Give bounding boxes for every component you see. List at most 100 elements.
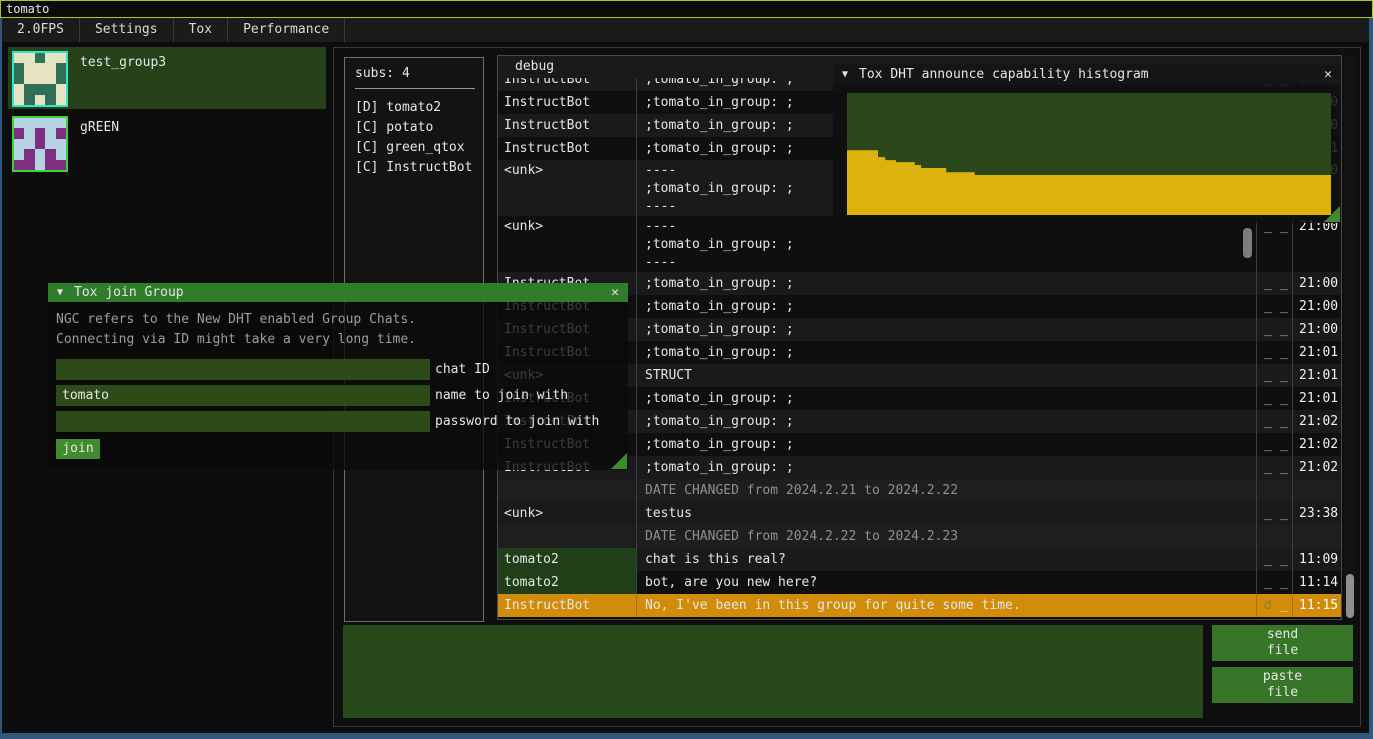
message-row[interactable]: tomato2chat is this real?__11:09 <box>498 548 1341 571</box>
message-row[interactable]: <unk>testus__23:38 <box>498 502 1341 525</box>
group-avatar-icon <box>12 116 68 172</box>
window-border-left <box>0 18 2 733</box>
paste-file-button[interactable]: paste file <box>1212 667 1353 703</box>
message-text: bot, are you new here? <box>637 571 1256 594</box>
field-label: chat ID <box>430 362 490 377</box>
message-text: testus <box>637 502 1256 525</box>
chat-tab-label: debug <box>515 59 554 74</box>
join-info-line2: Connecting via ID might take a very long… <box>56 330 628 350</box>
message-row[interactable]: DATE CHANGED from 2024.2.21 to 2024.2.22 <box>498 479 1341 502</box>
message-timestamp <box>1292 479 1341 502</box>
message-status-flags: __ <box>1256 216 1292 272</box>
message-timestamp: 11:14 <box>1292 571 1341 594</box>
join-window-title: Tox join Group <box>74 285 600 300</box>
message-timestamp: 11:09 <box>1292 548 1341 571</box>
status-flag-icon: _ <box>1264 502 1272 525</box>
message-status-flags: __ <box>1256 433 1292 456</box>
subs-count: subs: 4 <box>355 66 483 81</box>
message-status-flags: __ <box>1256 456 1292 479</box>
chat-id-input[interactable] <box>56 359 430 380</box>
message-text: chat is this real? <box>637 548 1256 571</box>
window-titlebar[interactable]: tomato <box>0 0 1373 18</box>
chat-scrollbar-track[interactable] <box>1344 56 1356 617</box>
status-flag-icon: _ <box>1264 364 1272 387</box>
status-flag-icon: _ <box>1280 410 1288 433</box>
field-label: password to join with <box>430 414 599 429</box>
menu-item-2-0fps[interactable]: 2.0FPS <box>2 18 80 42</box>
status-flag-icon: _ <box>1264 571 1272 594</box>
resize-grip-icon[interactable] <box>1324 206 1340 222</box>
message-row[interactable]: tomato2bot, are you new here?__11:14 <box>498 571 1341 594</box>
message-timestamp: 21:02 <box>1292 456 1341 479</box>
join-button-label: join <box>62 441 93 456</box>
message-status-flags: __ <box>1256 272 1292 295</box>
status-flag-icon: _ <box>1280 318 1288 341</box>
status-flag-icon: _ <box>1280 387 1288 410</box>
message-status-flags: __ <box>1256 502 1292 525</box>
send-file-button[interactable]: send file <box>1212 625 1353 661</box>
status-flag-icon: _ <box>1264 272 1272 295</box>
message-status-flags: __ <box>1256 387 1292 410</box>
message-row[interactable]: DATE CHANGED from 2024.2.22 to 2024.2.23 <box>498 525 1341 548</box>
message-text: ;tomato_in_group: ; <box>637 387 1256 410</box>
message-timestamp: 21:02 <box>1292 433 1341 456</box>
message-sender: InstructBot <box>498 114 637 137</box>
message-sender: <unk> <box>498 160 637 216</box>
chat-scrollbar-thumb[interactable] <box>1346 574 1354 618</box>
message-sender: InstructBot <box>498 594 637 617</box>
message-list-scrollbar-thumb[interactable] <box>1243 228 1252 258</box>
collapse-triangle-icon[interactable]: ▼ <box>57 287 63 298</box>
message-status-flags: __ <box>1256 571 1292 594</box>
message-sender: tomato2 <box>498 548 637 571</box>
close-icon[interactable]: ✕ <box>1324 67 1332 82</box>
status-flag-icon: _ <box>1264 218 1272 272</box>
member-item[interactable]: [C] green_qtox <box>355 138 483 158</box>
join-button[interactable]: join <box>56 439 100 459</box>
status-flag-icon: _ <box>1264 433 1272 456</box>
member-item[interactable]: [C] potato <box>355 118 483 138</box>
password-to-join-with-input[interactable] <box>56 411 430 432</box>
member-item[interactable]: [D] tomato2 <box>355 98 483 118</box>
status-flag-icon: _ <box>1264 410 1272 433</box>
message-status-flags: __ <box>1256 548 1292 571</box>
group-item-test-group3[interactable]: test_group3 <box>8 47 326 109</box>
status-flag-icon: _ <box>1264 456 1272 479</box>
message-text: ;tomato_in_group: ; <box>637 295 1256 318</box>
message-timestamp: 21:00 <box>1292 295 1341 318</box>
collapse-triangle-icon[interactable]: ▼ <box>842 69 848 80</box>
menu-item-settings[interactable]: Settings <box>80 18 174 42</box>
message-text: ;tomato_in_group: ; <box>637 318 1256 341</box>
group-avatar-icon <box>12 51 68 107</box>
status-flag-icon: _ <box>1280 364 1288 387</box>
message-timestamp <box>1292 525 1341 548</box>
close-icon[interactable]: ✕ <box>611 285 619 300</box>
join-field-row: password to join with <box>56 411 628 432</box>
message-text: ;tomato_in_group: ; <box>637 341 1256 364</box>
histogram-window-titlebar[interactable]: ▼ Tox DHT announce capability histogram … <box>833 63 1341 85</box>
field-label: name to join with <box>430 388 568 403</box>
group-item-green[interactable]: gREEN <box>8 112 326 169</box>
join-window-titlebar[interactable]: ▼ Tox join Group ✕ <box>48 283 628 302</box>
status-flag-icon: _ <box>1264 318 1272 341</box>
message-row[interactable]: <unk>---- ;tomato_in_group: ; ----__21:0… <box>498 216 1341 272</box>
status-flag-icon: d <box>1264 594 1272 617</box>
message-timestamp: 23:38 <box>1292 502 1341 525</box>
message-row[interactable]: InstructBotNo, I've been in this group f… <box>498 594 1341 617</box>
message-status-flags: __ <box>1256 318 1292 341</box>
resize-grip-icon[interactable] <box>611 453 627 469</box>
message-timestamp: 21:00 <box>1292 318 1341 341</box>
menu-item-performance[interactable]: Performance <box>228 18 345 42</box>
message-status-flags: __ <box>1256 410 1292 433</box>
name-to-join-with-input[interactable] <box>56 385 430 406</box>
histogram-window-title: Tox DHT announce capability histogram <box>859 67 1313 82</box>
message-status-flags <box>1256 479 1292 502</box>
member-item[interactable]: [C] InstructBot <box>355 158 483 178</box>
group-list: test_group3gREEN <box>8 47 326 169</box>
message-text: ;tomato_in_group: ; <box>637 456 1256 479</box>
status-flag-icon: _ <box>1280 548 1288 571</box>
system-message-text: DATE CHANGED from 2024.2.22 to 2024.2.23 <box>637 525 1256 548</box>
menu-item-tox[interactable]: Tox <box>174 18 228 42</box>
message-timestamp: 21:01 <box>1292 364 1341 387</box>
message-text: STRUCT <box>637 364 1256 387</box>
message-input[interactable] <box>343 625 1203 718</box>
